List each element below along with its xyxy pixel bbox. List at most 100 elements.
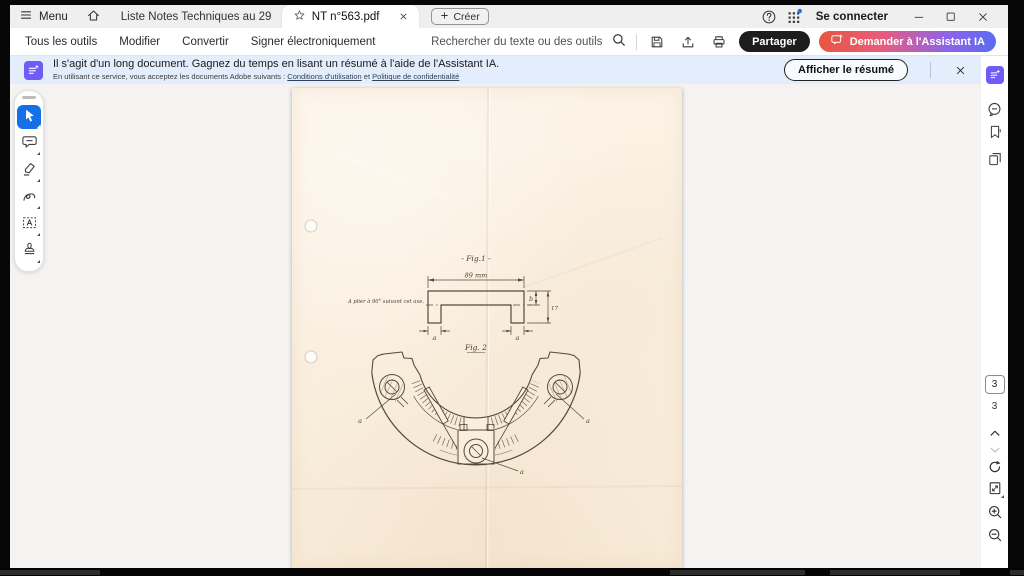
- total-pages: 3: [992, 401, 998, 412]
- highlight-tool-button[interactable]: [17, 159, 41, 183]
- assistant-icon: [24, 61, 43, 80]
- submenu-corner: [37, 125, 40, 128]
- current-page: 3: [992, 379, 998, 390]
- stamp-tool-button[interactable]: [17, 240, 41, 264]
- tab-nt-563-pdf[interactable]: NT n°563.pdf: [282, 5, 420, 28]
- title-bar: Menu Liste Notes Techniques au 29 NT n°5…: [10, 5, 1008, 28]
- fig1-caption: - Fig.1 -: [461, 254, 491, 263]
- plus-icon: [440, 11, 449, 23]
- create-label: Créer: [453, 11, 479, 23]
- privacy-policy-link[interactable]: Politique de confidentialité: [372, 72, 459, 81]
- fig1-flange-dim: b: [529, 296, 533, 303]
- banner-close-button[interactable]: [949, 59, 971, 81]
- scribble-icon: [21, 187, 38, 209]
- submenu-corner: [1001, 495, 1004, 498]
- print-icon[interactable]: [708, 31, 730, 53]
- add-text-tool-button[interactable]: [17, 213, 41, 237]
- select-tool-button[interactable]: [17, 105, 41, 129]
- fig1-height-dim: 17: [551, 306, 558, 312]
- toolbar: Tous les outils Modifier Convertir Signe…: [10, 28, 1008, 56]
- star-icon: [293, 9, 306, 25]
- terms-prefix: En utilisant ce service, vous acceptez l…: [53, 72, 287, 81]
- divider: [930, 62, 931, 78]
- tab-liste-notes-techniques[interactable]: Liste Notes Techniques au 29: [110, 5, 282, 28]
- taskbar-segment: [0, 570, 100, 575]
- taskbar-segment: [830, 570, 960, 575]
- esign-menu[interactable]: Signer électroniquement: [240, 36, 387, 48]
- text-box-icon: [21, 214, 38, 236]
- tab-close-icon[interactable]: [399, 12, 408, 21]
- taskbar-segment: [670, 570, 805, 575]
- fig2-callout-bottom: a: [520, 468, 524, 476]
- fit-page-button[interactable]: [984, 477, 1006, 499]
- ai-label: Demander à l'Assistant IA: [850, 36, 985, 48]
- hamburger-icon: [19, 8, 33, 25]
- sign-in-button[interactable]: Se connecter: [810, 11, 900, 23]
- share-button[interactable]: Partager: [739, 31, 810, 52]
- upload-share-icon[interactable]: [677, 31, 699, 53]
- ai-assistant-panel-button[interactable]: [984, 64, 1006, 86]
- comment-tool-button[interactable]: [17, 132, 41, 156]
- rotate-page-button[interactable]: [984, 456, 1006, 478]
- help-button[interactable]: [758, 6, 780, 28]
- right-tool-rail: 3 3: [981, 56, 1008, 568]
- titlebar-right: Se connecter: [758, 6, 1008, 28]
- technical-drawing: - Fig.1 - 89 mm A plier à 90° suivant ce…: [292, 88, 682, 568]
- bookmarks-panel-button[interactable]: [984, 121, 1006, 143]
- ai-assistant-button[interactable]: Demander à l'Assistant IA: [819, 31, 996, 52]
- convert-menu[interactable]: Convertir: [171, 36, 240, 48]
- pdf-page[interactable]: - Fig.1 - 89 mm A plier à 90° suivant ce…: [292, 88, 682, 568]
- close-window-button[interactable]: [968, 6, 998, 28]
- window-controls: [904, 6, 998, 28]
- banner-message: Il s'agit d'un long document. Gagnez du …: [53, 58, 774, 72]
- stamp-icon: [21, 241, 38, 263]
- desktop: Menu Liste Notes Techniques au 29 NT n°5…: [0, 0, 1024, 576]
- page-number-input[interactable]: 3: [985, 375, 1005, 394]
- banner-text: Il s'agit d'un long document. Gagnez du …: [53, 58, 774, 81]
- save-icon[interactable]: [646, 31, 668, 53]
- tab-label: NT n°563.pdf: [312, 11, 380, 23]
- punch-hole: [305, 220, 317, 232]
- tab-label: Liste Notes Techniques au 29: [121, 11, 272, 23]
- submenu-corner: [37, 179, 40, 182]
- highlighter-icon: [21, 160, 38, 182]
- fig2-callout-left: a: [358, 417, 362, 425]
- fig2-caption: Fig. 2: [464, 343, 487, 352]
- assistant-icon: [986, 66, 1004, 84]
- search-input[interactable]: [429, 35, 609, 49]
- fig1-width-dim: 89 mm: [465, 272, 488, 280]
- apps-grid-icon[interactable]: [784, 6, 806, 28]
- edit-menu[interactable]: Modifier: [108, 36, 171, 48]
- terms-of-use-link[interactable]: Conditions d'utilisation: [287, 72, 361, 81]
- menu-label: Menu: [39, 11, 68, 23]
- share-label: Partager: [752, 36, 797, 48]
- terms-and: et: [362, 72, 372, 81]
- submenu-corner: [37, 260, 40, 263]
- comment-icon: [21, 133, 38, 155]
- zoom-in-button[interactable]: [984, 501, 1006, 523]
- pages-panel-button[interactable]: [984, 148, 1006, 170]
- show-summary-button[interactable]: Afficher le résumé: [784, 59, 908, 81]
- banner-terms: En utilisant ce service, vous acceptez l…: [53, 72, 774, 81]
- home-icon: [86, 8, 101, 26]
- draw-tool-button[interactable]: [17, 186, 41, 210]
- acrobat-window: Menu Liste Notes Techniques au 29 NT n°5…: [10, 5, 1008, 568]
- main-menu-button[interactable]: Menu: [10, 5, 77, 28]
- search-field[interactable]: [429, 32, 627, 51]
- home-button[interactable]: [77, 5, 110, 28]
- toolbar-right: Partager Demander à l'Assistant IA: [429, 31, 1008, 53]
- comments-panel-button[interactable]: [984, 98, 1006, 120]
- fig1-foot-dim-left: a: [433, 334, 437, 342]
- tools-menu[interactable]: Tous les outils: [14, 36, 108, 48]
- taskbar: [0, 568, 1024, 576]
- divider: [636, 34, 637, 50]
- rail-drag-handle[interactable]: [22, 96, 36, 99]
- left-tool-rail: [14, 90, 44, 272]
- create-button[interactable]: Créer: [431, 8, 488, 25]
- maximize-button[interactable]: [936, 6, 966, 28]
- cursor-icon: [21, 107, 37, 128]
- submenu-corner: [37, 206, 40, 209]
- zoom-out-button[interactable]: [984, 524, 1006, 546]
- ai-summary-banner: Il s'agit d'un long document. Gagnez du …: [10, 56, 981, 84]
- minimize-button[interactable]: [904, 6, 934, 28]
